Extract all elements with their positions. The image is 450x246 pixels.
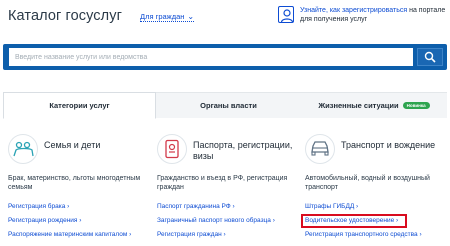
category-passports-title[interactable]: Паспорта, регистрации, визы — [193, 140, 303, 162]
link-foreign-passport[interactable]: Заграничный паспорт нового образца › — [157, 216, 305, 230]
search-icon — [424, 51, 436, 63]
family-icon — [8, 134, 38, 164]
tab-authorities-label: Органы власти — [200, 101, 257, 110]
category-family-links: Регистрация брака › Регистрация рождения… — [8, 202, 156, 244]
header: Каталог госуслуг Для граждан ⌄ Узнайте, … — [0, 0, 450, 40]
registration-hint: Узнайте, как зарегистрироваться на порта… — [300, 6, 448, 24]
drivers-license-highlight — [301, 214, 407, 228]
search-input[interactable] — [9, 48, 413, 66]
passport-icon — [157, 134, 187, 164]
link-maternity-capital[interactable]: Распоряжение материнским капиталом › — [8, 230, 156, 244]
category-transport-desc: Автомобильный, водный и воздушный трансп… — [305, 175, 430, 191]
site-title: Каталог госуслуг — [8, 8, 122, 24]
audience-label: Для граждан — [140, 12, 185, 21]
category-passports-links: Паспорт гражданина РФ › Заграничный пасп… — [157, 202, 305, 244]
category-family-title[interactable]: Семья и дети — [44, 140, 154, 151]
link-russian-passport[interactable]: Паспорт гражданина РФ › — [157, 202, 305, 216]
tab-bar: Категории услуг Органы власти Жизненные … — [3, 92, 447, 119]
new-badge: Новинка — [402, 102, 430, 109]
tab-categories[interactable]: Категории услуг — [3, 92, 156, 119]
link-birth-registration[interactable]: Регистрация рождения › — [8, 216, 156, 230]
search-bar — [3, 44, 447, 70]
link-vehicle-registration[interactable]: Регистрация транспортного средства › — [305, 230, 450, 244]
tab-categories-label: Категории услуг — [49, 101, 110, 110]
search-button[interactable] — [417, 48, 443, 66]
tab-life-situations[interactable]: Жизненные ситуации Новинка — [301, 92, 447, 118]
chevron-down-icon: ⌄ — [187, 11, 195, 21]
category-transport-title[interactable]: Транспорт и вождение — [341, 140, 450, 151]
car-icon — [305, 134, 335, 164]
tab-life-situations-label: Жизненные ситуации — [318, 101, 399, 110]
link-citizen-registration[interactable]: Регистрация граждан › — [157, 230, 305, 244]
audience-selector[interactable]: Для граждан ⌄ — [140, 11, 195, 22]
login-icon[interactable] — [278, 6, 294, 23]
registration-link[interactable]: Узнайте, как зарегистрироваться — [300, 7, 407, 14]
link-marriage-registration[interactable]: Регистрация брака › — [8, 202, 156, 216]
tab-authorities[interactable]: Органы власти — [156, 92, 301, 118]
category-transport-links: Штрафы ГИБДД › Водительское удостоверени… — [301, 202, 450, 244]
category-family-desc: Брак, материнство, льготы многодетным се… — [8, 175, 141, 191]
category-passports-desc: Гражданство и въезд в РФ, регистрация гр… — [157, 175, 288, 191]
